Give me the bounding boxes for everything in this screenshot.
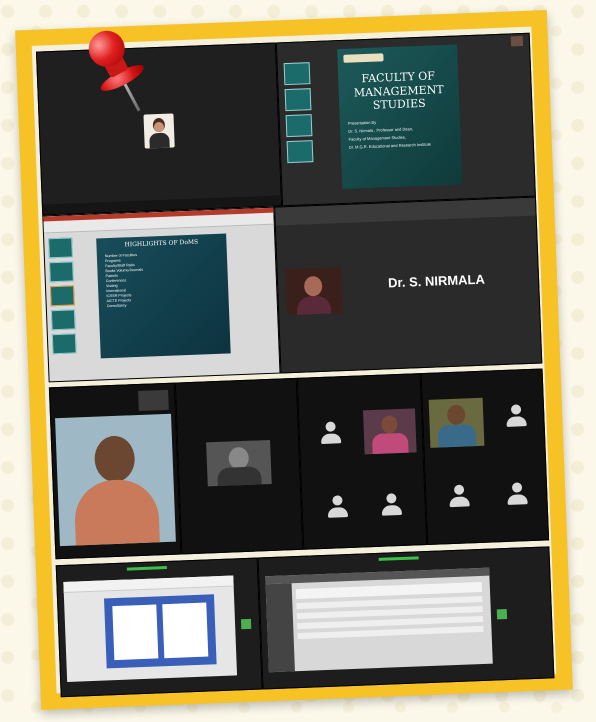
participant-video (362, 408, 417, 455)
slide-thumbnail (286, 140, 314, 164)
slide-thumbnail (285, 114, 313, 138)
gallery-view (296, 373, 428, 550)
gallery-view (420, 368, 550, 546)
powerpoint-window: HIGHLIGHTS OF DoMS Number of Faculties P… (42, 206, 281, 383)
person-silhouette-icon (378, 493, 405, 520)
slide-thumbnail (51, 333, 77, 355)
slide-thumbnail (50, 309, 76, 331)
participant-video (428, 397, 485, 448)
green-indicator (240, 618, 252, 630)
person-silhouette-icon (504, 482, 531, 509)
speaker-name: Dr. S. NIRMALA (387, 271, 486, 291)
sharing-indicator (126, 566, 167, 571)
slide-title-line2: MANAGEMENT STUDIES (353, 83, 444, 112)
green-indicator (496, 609, 508, 620)
presentation-slide-panel: FACULTY OF MANAGEMENT STUDIES Presentati… (275, 32, 536, 207)
shared-screen-presentation (55, 557, 263, 698)
participant-video-man (174, 377, 304, 555)
sharing-indicator (378, 556, 419, 561)
shared-screen-web (257, 546, 555, 690)
self-view-thumbnail (138, 389, 169, 411)
person-silhouette-icon (324, 495, 351, 522)
participant-video (143, 113, 175, 149)
person-silhouette-icon (446, 484, 473, 511)
slide-subtitle: Presentation By (347, 119, 377, 126)
main-slide: FACULTY OF MANAGEMENT STUDIES Presentati… (337, 44, 463, 190)
slide-thumbnail (283, 62, 311, 86)
person-silhouette-icon (317, 421, 344, 448)
list-item: Consultancy (106, 303, 127, 309)
person-silhouette-icon (503, 404, 530, 431)
speaker-video-panel: Dr. S. NIRMALA (274, 196, 543, 374)
presenter-thumbnail (510, 35, 524, 47)
participant-video-woman (48, 382, 182, 560)
participant-video (206, 439, 272, 487)
slide-subtitle: Faculty of Management Studies, (348, 134, 406, 142)
highlights-slide: HIGHLIGHTS OF DoMS Number of Faculties P… (96, 233, 231, 359)
slide-thumbnail (284, 88, 312, 112)
highlights-title: HIGHLIGHTS OF DoMS (124, 238, 199, 249)
slide-thumbnail (48, 237, 73, 259)
browser-window (265, 567, 493, 673)
slide-thumbnail (49, 285, 75, 307)
slide-subtitle: Dr. M.G.R. Educational and Research Inst… (348, 141, 431, 150)
slide-subtitle: Dr. S. Nirmala , Professor and Dean, (348, 126, 414, 134)
participant-video (55, 413, 176, 547)
logo (343, 53, 384, 63)
speaker-video (285, 267, 344, 316)
slide-thumbnail (49, 261, 74, 283)
highlights-list: Number of Faculties Programs Faculty/Sta… (105, 253, 145, 309)
powerpoint-window (63, 575, 238, 682)
